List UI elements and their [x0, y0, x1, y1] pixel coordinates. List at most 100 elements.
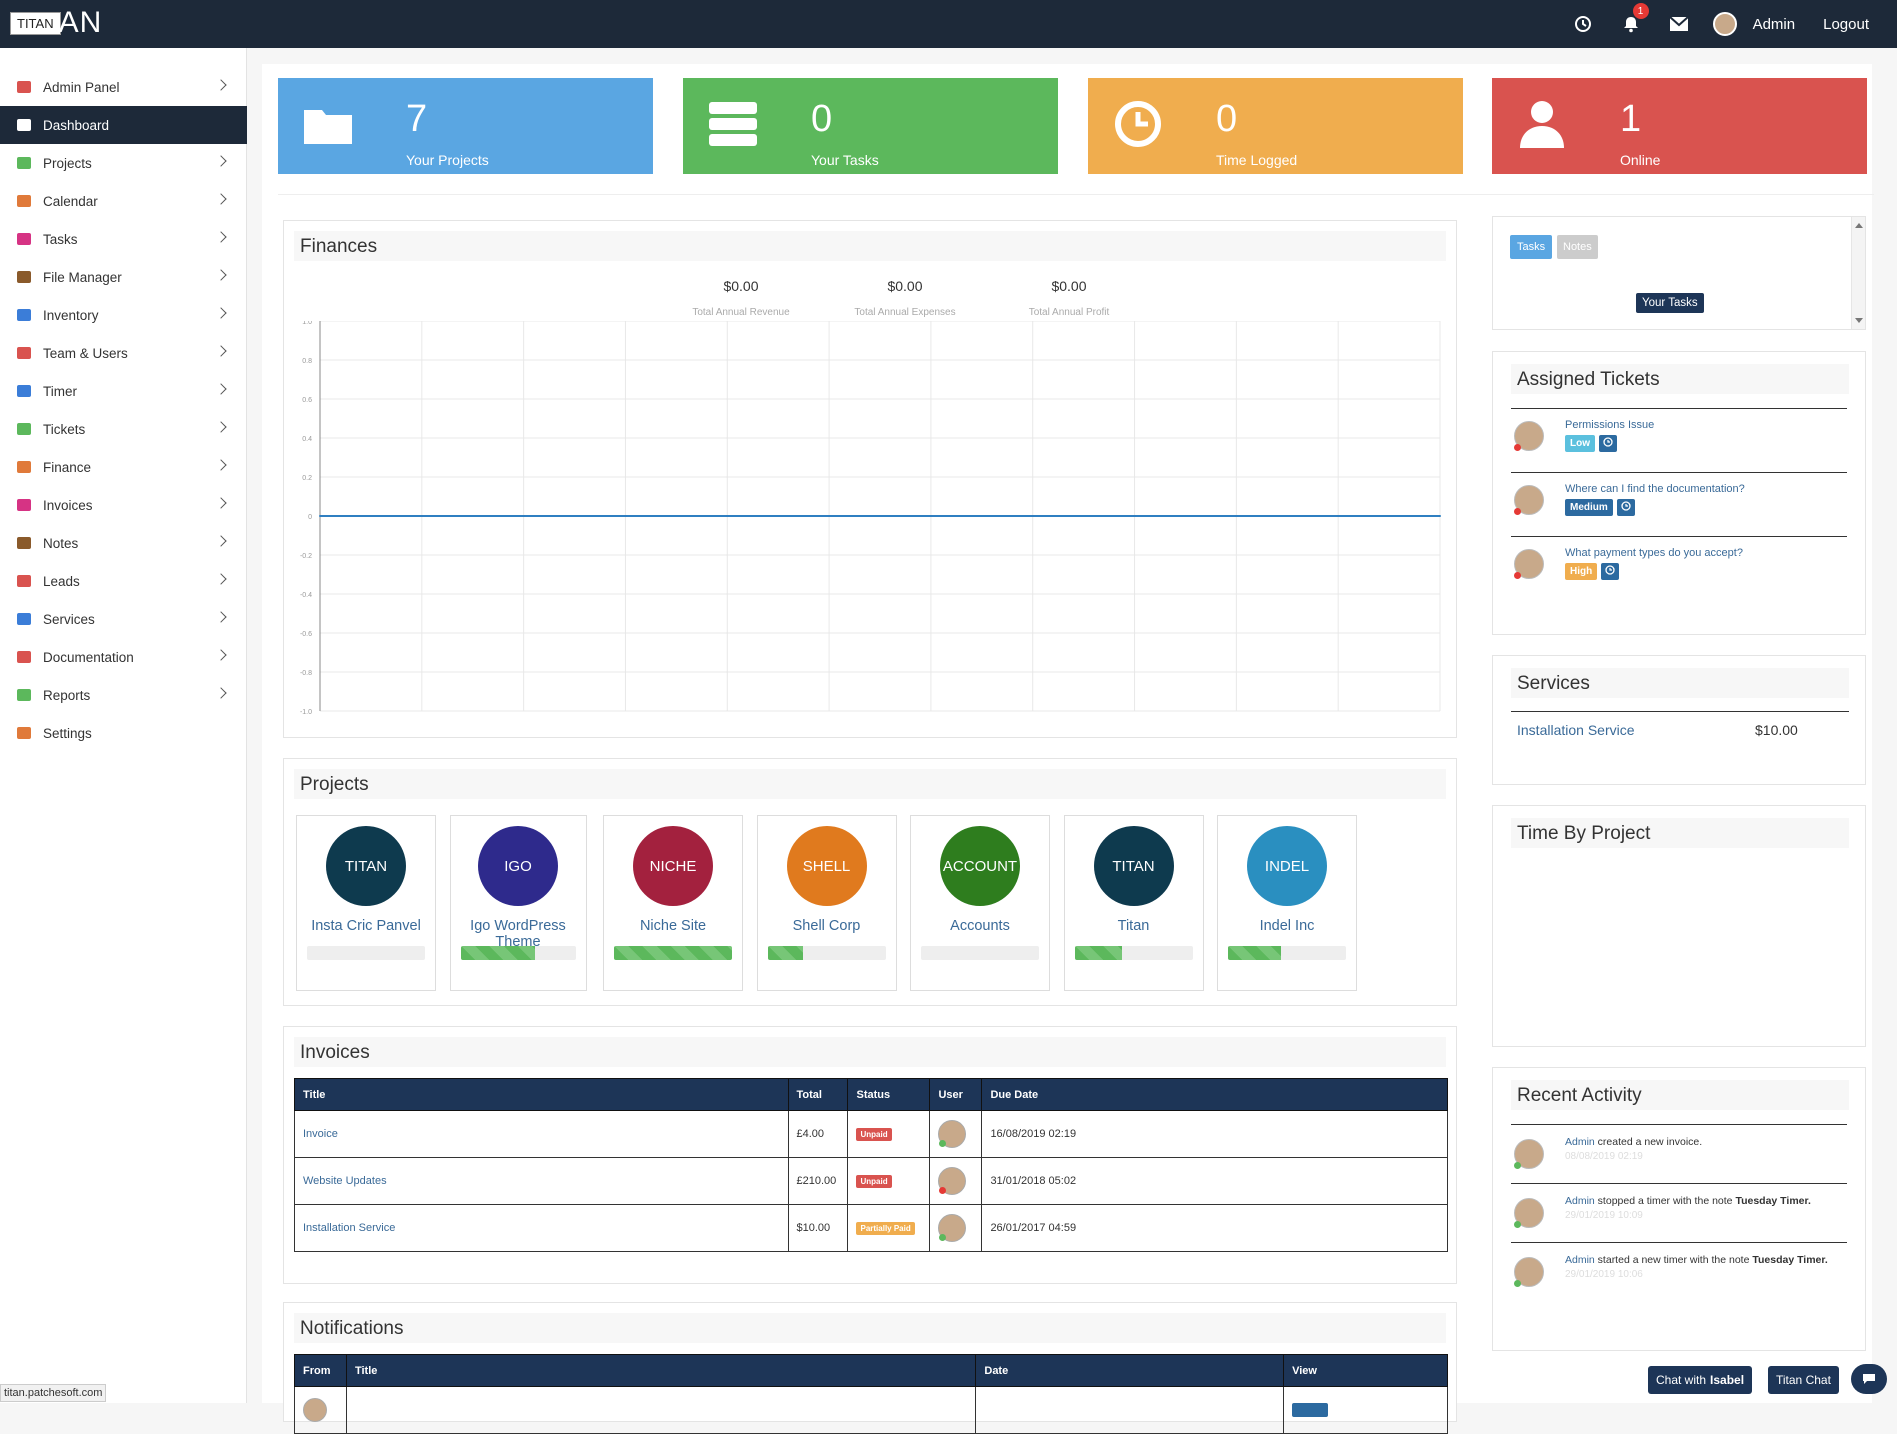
notification-header[interactable]: Date — [975, 1354, 1285, 1387]
sidebar-item-inventory[interactable]: Inventory — [0, 296, 247, 334]
invoice-due-date: 31/01/2018 05:02 — [981, 1157, 1448, 1205]
sidebar-item-label: Dashboard — [43, 117, 110, 133]
sidebar-item-tickets[interactable]: Tickets — [0, 410, 247, 448]
service-name[interactable]: Installation Service — [1517, 722, 1635, 738]
project-name[interactable]: Shell Corp — [758, 918, 896, 934]
invoice-title-link[interactable]: Invoice — [303, 1128, 338, 1140]
user-name[interactable]: Admin — [1753, 16, 1796, 33]
sidebar-item-label: Calendar — [43, 193, 98, 209]
project-card[interactable]: INDEL Indel Inc — [1217, 815, 1357, 991]
project-card[interactable]: IGO Igo WordPress Theme — [449, 815, 587, 991]
ticket-timer-button[interactable] — [1616, 499, 1635, 516]
invoice-header[interactable]: Status — [847, 1078, 931, 1111]
stat-your-projects[interactable]: 7 Your Projects — [278, 78, 653, 174]
timer-button[interactable] — [1559, 0, 1607, 48]
invoice-header[interactable]: Title — [294, 1078, 789, 1111]
scroll-down-arrow[interactable] — [1855, 318, 1863, 323]
logout-link[interactable]: Logout — [1823, 16, 1869, 33]
calendar-icon — [17, 195, 31, 207]
sidebar-item-notes[interactable]: Notes — [0, 524, 247, 562]
ticket-title-link[interactable]: Where can I find the documentation? — [1565, 483, 1745, 495]
chat-with-button[interactable]: Chat with Isabel — [1648, 1366, 1753, 1394]
ticket-timer-button[interactable] — [1599, 435, 1617, 452]
ticket-timer-button[interactable] — [1601, 563, 1620, 580]
folder-icon — [17, 157, 31, 169]
online-status-dot — [939, 1234, 947, 1241]
sidebar-item-services[interactable]: Services — [0, 600, 247, 638]
scrollbar[interactable] — [1851, 217, 1865, 329]
ticket-item[interactable]: Permissions Issue Low — [1511, 408, 1847, 472]
online-status-dot — [1514, 1221, 1521, 1228]
activity-item: Admin created a new invoice. 08/08/2019 0… — [1511, 1124, 1847, 1184]
sidebar-item-leads[interactable]: Leads — [0, 562, 247, 600]
notification-header[interactable]: From — [294, 1354, 347, 1387]
invoice-header[interactable]: Total — [787, 1078, 849, 1111]
invoice-header[interactable]: User — [929, 1078, 983, 1111]
activity-time: 08/08/2019 02:19 — [1565, 1151, 1643, 1162]
ticket-item[interactable]: Where can I find the documentation? Mediu… — [1511, 472, 1847, 536]
notifications-button[interactable]: 1 — [1607, 0, 1655, 48]
project-progress-bar — [1074, 946, 1193, 960]
sidebar-item-team-users[interactable]: Team & Users — [0, 334, 247, 372]
project-card[interactable]: NICHE Niche Site — [603, 815, 743, 991]
project-card[interactable]: ACCOUNT Accounts — [910, 815, 1050, 991]
user-avatar[interactable] — [1712, 12, 1737, 36]
sidebar-item-calendar[interactable]: Calendar — [0, 182, 247, 220]
pencil-icon — [17, 537, 31, 549]
activity-user-link[interactable]: Admin — [1565, 1254, 1595, 1266]
stat-your-tasks[interactable]: 0 Your Tasks — [683, 78, 1058, 174]
notification-header[interactable]: Title — [345, 1354, 977, 1387]
services-title: Services — [1511, 668, 1849, 698]
tab-tasks[interactable]: Tasks — [1510, 235, 1553, 259]
invoice-header[interactable]: Due Date — [981, 1078, 1448, 1111]
activity-user-link[interactable]: Admin — [1565, 1195, 1595, 1207]
project-card[interactable]: SHELL Shell Corp — [756, 815, 897, 991]
invoice-title-link[interactable]: Installation Service — [303, 1222, 395, 1234]
sidebar-item-settings[interactable]: Settings — [0, 714, 247, 752]
stat-online[interactable]: 1 Online — [1492, 78, 1867, 174]
data-point — [1337, 515, 1340, 517]
sidebar-item-label: Admin Panel — [43, 79, 120, 95]
invoice-title-link[interactable]: Website Updates — [303, 1175, 387, 1187]
sidebar-item-timer[interactable]: Timer — [0, 372, 247, 410]
table-row[interactable]: Invoice £4.00 Unpaid 16/08/2019 02:19 — [294, 1110, 1448, 1158]
messages-button[interactable] — [1655, 0, 1703, 48]
chevron-right-icon — [215, 79, 227, 91]
project-name[interactable]: Accounts — [911, 918, 1049, 934]
project-name[interactable]: Niche Site — [604, 918, 742, 934]
avatar — [938, 1120, 967, 1148]
chevron-right-icon — [215, 231, 227, 243]
sidebar-item-invoices[interactable]: Invoices — [0, 486, 247, 524]
activity-time: 29/01/2019 10:06 — [1565, 1269, 1643, 1280]
app-logo[interactable]: TITAN AN — [10, 6, 102, 39]
your-tasks-button[interactable]: Your Tasks — [1636, 293, 1704, 313]
project-name[interactable]: Indel Inc — [1218, 918, 1356, 934]
project-name[interactable]: Insta Cric Panvel — [297, 918, 435, 934]
sidebar-item-file-manager[interactable]: File Manager — [0, 258, 247, 296]
sidebar-item-tasks[interactable]: Tasks — [0, 220, 247, 258]
scroll-up-arrow[interactable] — [1855, 223, 1863, 228]
view-button[interactable] — [1292, 1403, 1329, 1417]
sidebar-item-dashboard[interactable]: Dashboard — [0, 106, 247, 144]
table-row[interactable]: Installation Service $10.00 Partially Paid… — [294, 1204, 1448, 1252]
stat-time-logged[interactable]: 0 Time Logged — [1088, 78, 1463, 174]
ticket-title-link[interactable]: What payment types do you accept? — [1565, 547, 1743, 559]
activity-user-link[interactable]: Admin — [1565, 1136, 1595, 1148]
sidebar-item-finance[interactable]: Finance — [0, 448, 247, 486]
sidebar-item-admin-panel[interactable]: Admin Panel — [0, 68, 247, 106]
notification-header[interactable]: View — [1283, 1354, 1448, 1387]
sidebar-item-projects[interactable]: Projects — [0, 144, 247, 182]
ticket-title-link[interactable]: Permissions Issue — [1565, 419, 1654, 431]
titan-chat-button[interactable]: Titan Chat — [1768, 1366, 1839, 1394]
sidebar-item-documentation[interactable]: Documentation — [0, 638, 247, 676]
table-row[interactable]: Website Updates £210.00 Unpaid 31/01/2018 0… — [294, 1157, 1448, 1205]
project-name[interactable]: Titan — [1065, 918, 1203, 934]
ticket-item[interactable]: What payment types do you accept? High — [1511, 536, 1847, 600]
chat-bubble-button[interactable] — [1851, 1364, 1887, 1394]
project-card[interactable]: TITAN Insta Cric Panvel — [296, 815, 436, 991]
project-card[interactable]: TITAN Titan — [1063, 815, 1204, 991]
tab-notes[interactable]: Notes — [1557, 235, 1598, 259]
invoice-due-date: 26/01/2017 04:59 — [981, 1204, 1448, 1252]
sidebar-item-reports[interactable]: Reports — [0, 676, 247, 714]
report-icon — [17, 689, 31, 701]
